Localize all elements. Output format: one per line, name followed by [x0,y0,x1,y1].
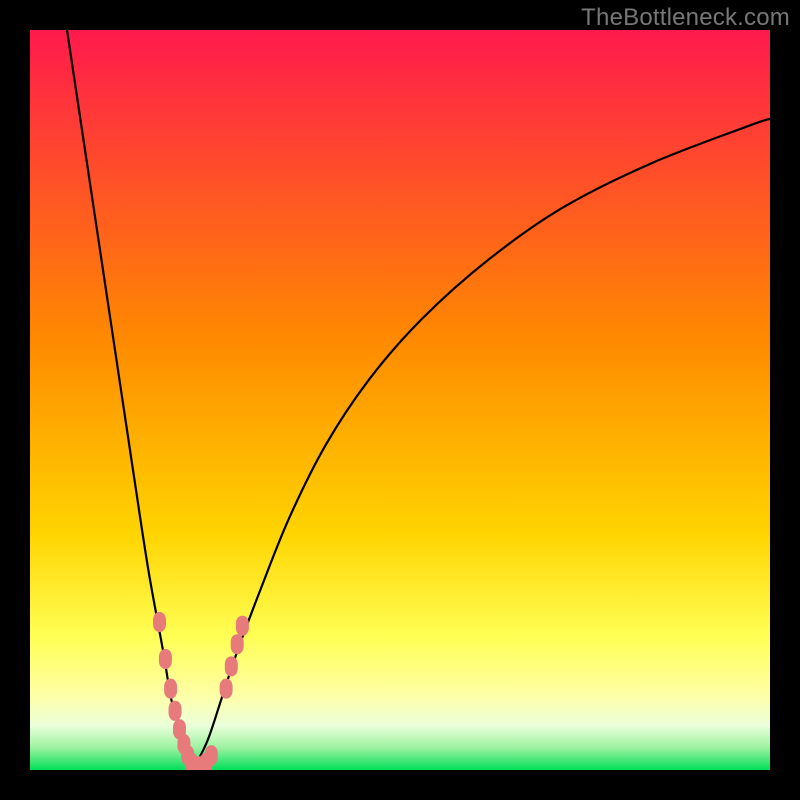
curve-layer [30,30,770,770]
data-marker [236,616,249,636]
data-marker [164,679,177,699]
data-marker [153,612,166,632]
data-marker [220,679,233,699]
bottleneck-curve-right-branch [193,119,770,770]
data-marker [205,745,218,765]
data-marker [159,649,172,669]
data-marker [169,701,182,721]
chart-frame: TheBottleneck.com [0,0,800,800]
data-marker [231,634,244,654]
watermark-text: TheBottleneck.com [581,4,790,32]
data-marker [225,656,238,676]
bottleneck-curve-left-branch [67,30,193,770]
plot-area [30,30,770,770]
